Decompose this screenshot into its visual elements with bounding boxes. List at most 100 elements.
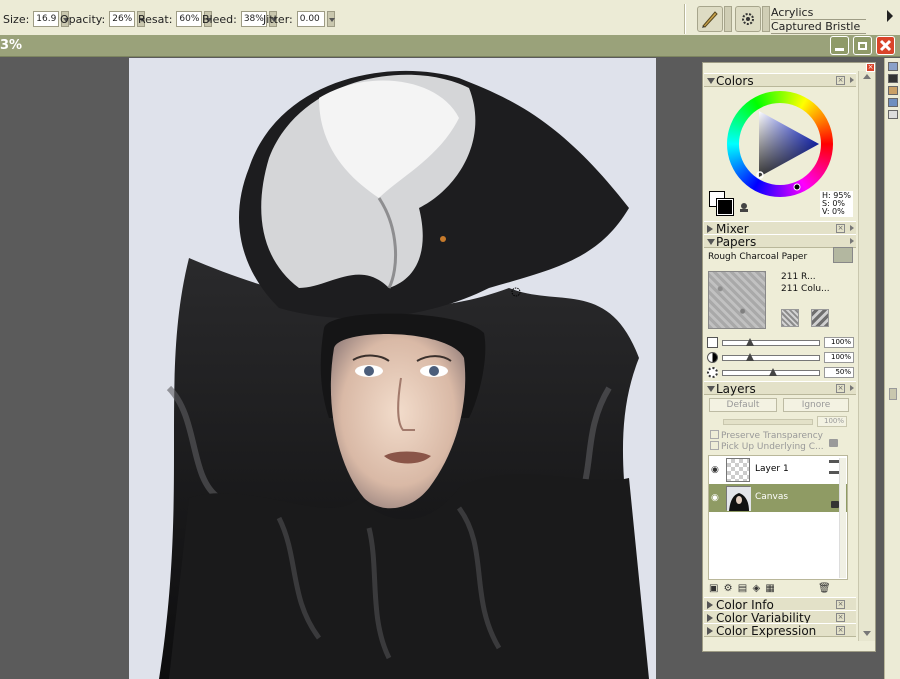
dock-paper-icon[interactable] xyxy=(888,110,898,119)
layers-panel-title: Layers xyxy=(716,382,756,396)
color-expression-panel-header[interactable]: Color Expression × xyxy=(704,623,856,638)
layer-row[interactable]: ◉ Layer 1 xyxy=(709,456,847,484)
dock-layers-icon[interactable] xyxy=(888,74,898,83)
minimize-button[interactable] xyxy=(830,36,849,55)
panel-close-icon[interactable]: × xyxy=(836,626,845,635)
paper-scale-value[interactable]: 100% xyxy=(824,337,854,348)
collapse-arrow-icon[interactable] xyxy=(707,386,715,392)
palette-scrollbar[interactable] xyxy=(858,71,875,641)
slider-thumb[interactable] xyxy=(746,338,754,346)
dock-color-icon[interactable] xyxy=(888,98,898,107)
pick-up-underlying-row[interactable]: Pick Up Underlying C... xyxy=(710,441,824,452)
mixer-panel-header[interactable]: Mixer × xyxy=(704,221,856,236)
brush-variant-button[interactable] xyxy=(735,6,761,32)
panel-close-icon[interactable]: × xyxy=(836,613,845,622)
brush-variant-dropdown[interactable] xyxy=(762,6,770,32)
layers-panel-header[interactable]: Layers × xyxy=(704,381,856,396)
layer-opacity-slider[interactable] xyxy=(723,419,813,425)
lock-icon[interactable] xyxy=(829,439,838,447)
slider-thumb[interactable] xyxy=(769,368,777,376)
expand-arrow-icon[interactable] xyxy=(707,614,713,622)
document-zoom: 3% xyxy=(0,38,23,53)
panel-close-icon[interactable]: × xyxy=(836,76,845,85)
paper-scale-slider[interactable]: 100% xyxy=(707,337,855,349)
preserve-transparency-checkbox[interactable] xyxy=(710,430,719,439)
scroll-up-icon[interactable] xyxy=(863,74,871,79)
value-value: V: 0% xyxy=(822,207,845,216)
layer-row-selected[interactable]: ◉ Canvas xyxy=(709,484,847,512)
dock-scroll-thumb[interactable] xyxy=(889,388,897,400)
toolbar-expand-icon[interactable] xyxy=(887,10,893,22)
brush-category-button[interactable] xyxy=(697,6,723,32)
collapse-arrow-icon[interactable] xyxy=(707,78,715,84)
eye-icon[interactable]: ◉ xyxy=(711,465,719,475)
panel-close-icon[interactable]: × xyxy=(836,600,845,609)
paper-contrast-track[interactable] xyxy=(722,353,820,361)
expand-arrow-icon[interactable] xyxy=(707,601,713,609)
color-info-panel-header[interactable]: Color Info × xyxy=(704,597,856,612)
property-bar: Size: 16.9 Opacity: 26% Resat: 60% Bleed… xyxy=(0,0,900,38)
paper-texture-preview[interactable] xyxy=(708,271,766,329)
panel-close-icon[interactable]: × xyxy=(836,224,845,233)
colors-panel-header[interactable]: Colors × xyxy=(704,73,856,88)
invert-paper-button[interactable] xyxy=(781,309,799,327)
color-swap-icon[interactable] xyxy=(738,201,750,213)
new-layer-icon[interactable]: ◈ xyxy=(752,583,761,594)
pick-up-underlying-checkbox[interactable] xyxy=(710,441,719,450)
minimize-icon xyxy=(835,48,844,51)
main-color-swatch[interactable] xyxy=(716,198,734,216)
composite-method-select[interactable]: Default xyxy=(709,398,777,412)
papers-panel-header[interactable]: Papers xyxy=(704,234,856,249)
canvas-painting[interactable] xyxy=(129,58,656,679)
layer-list-scrollbar[interactable] xyxy=(839,458,846,578)
restore-button[interactable] xyxy=(853,36,872,55)
color-variability-panel-header[interactable]: Color Variability × xyxy=(704,610,856,625)
jitter-dropdown-icon[interactable] xyxy=(326,11,335,27)
paper-name[interactable]: Rough Charcoal Paper xyxy=(708,252,807,262)
panel-menu-arrow-icon[interactable] xyxy=(850,225,854,231)
color-wheel[interactable] xyxy=(727,91,833,197)
preserve-transparency-row[interactable]: Preserve Transparency xyxy=(710,430,823,441)
paper-contrast-value[interactable]: 100% xyxy=(824,352,854,363)
slider-thumb[interactable] xyxy=(746,353,754,361)
expand-arrow-icon[interactable] xyxy=(707,225,713,233)
paper-library-button[interactable] xyxy=(833,247,853,263)
dynamic-plugins-icon[interactable]: ⚙ xyxy=(724,583,734,594)
lock-icon[interactable] xyxy=(831,501,839,508)
dock-brush-icon[interactable] xyxy=(888,86,898,95)
brush-category-dropdown[interactable] xyxy=(724,6,732,32)
paper-brightness-value[interactable]: 50% xyxy=(824,367,854,378)
layer-opacity-value[interactable]: 100% xyxy=(817,416,847,427)
panel-menu-arrow-icon[interactable] xyxy=(850,385,854,391)
paper-brightness-slider[interactable]: 50% xyxy=(707,367,855,379)
layer-commands-icon[interactable]: ▣ xyxy=(709,583,719,594)
paper-brightness-icon xyxy=(707,367,718,378)
composite-depth-select[interactable]: Ignore xyxy=(783,398,849,412)
color-triangle[interactable] xyxy=(727,91,833,197)
resat-input[interactable]: 60% xyxy=(176,11,203,27)
paper-contrast-slider[interactable]: 100% xyxy=(707,352,855,364)
palette-panel: Colors × H: 95% S: 0% V: 0% Mixer × Pape… xyxy=(702,62,876,652)
size-input[interactable]: 16.9 xyxy=(33,11,60,27)
jitter-input[interactable]: 0.00 xyxy=(296,11,325,27)
paper-brightness-track[interactable] xyxy=(722,368,820,376)
opacity-input[interactable]: 26% xyxy=(109,11,136,27)
scroll-down-icon[interactable] xyxy=(863,631,871,636)
papers-panel-title: Papers xyxy=(716,235,757,249)
eye-icon[interactable]: ◉ xyxy=(711,493,719,503)
paper-scale-track[interactable] xyxy=(722,338,820,346)
panel-menu-arrow-icon[interactable] xyxy=(850,238,854,244)
expand-arrow-icon[interactable] xyxy=(707,627,713,635)
layer-thumbnail xyxy=(726,458,750,482)
brush-name[interactable]: Acrylics Captured Bristle xyxy=(771,6,867,34)
paper-options-button[interactable] xyxy=(811,309,829,327)
panel-menu-arrow-icon[interactable] xyxy=(850,77,854,83)
dock-navigator-icon[interactable] xyxy=(888,62,898,71)
close-button[interactable] xyxy=(876,36,895,55)
delete-layer-icon[interactable]: 🗑 xyxy=(818,583,832,594)
panel-close-icon[interactable]: × xyxy=(836,384,845,393)
new-group-icon[interactable]: ▤ xyxy=(738,583,748,594)
layer-mask-icon[interactable]: ▦ xyxy=(765,583,775,594)
collapse-arrow-icon[interactable] xyxy=(707,239,715,245)
palette-close-button[interactable]: × xyxy=(866,63,875,72)
